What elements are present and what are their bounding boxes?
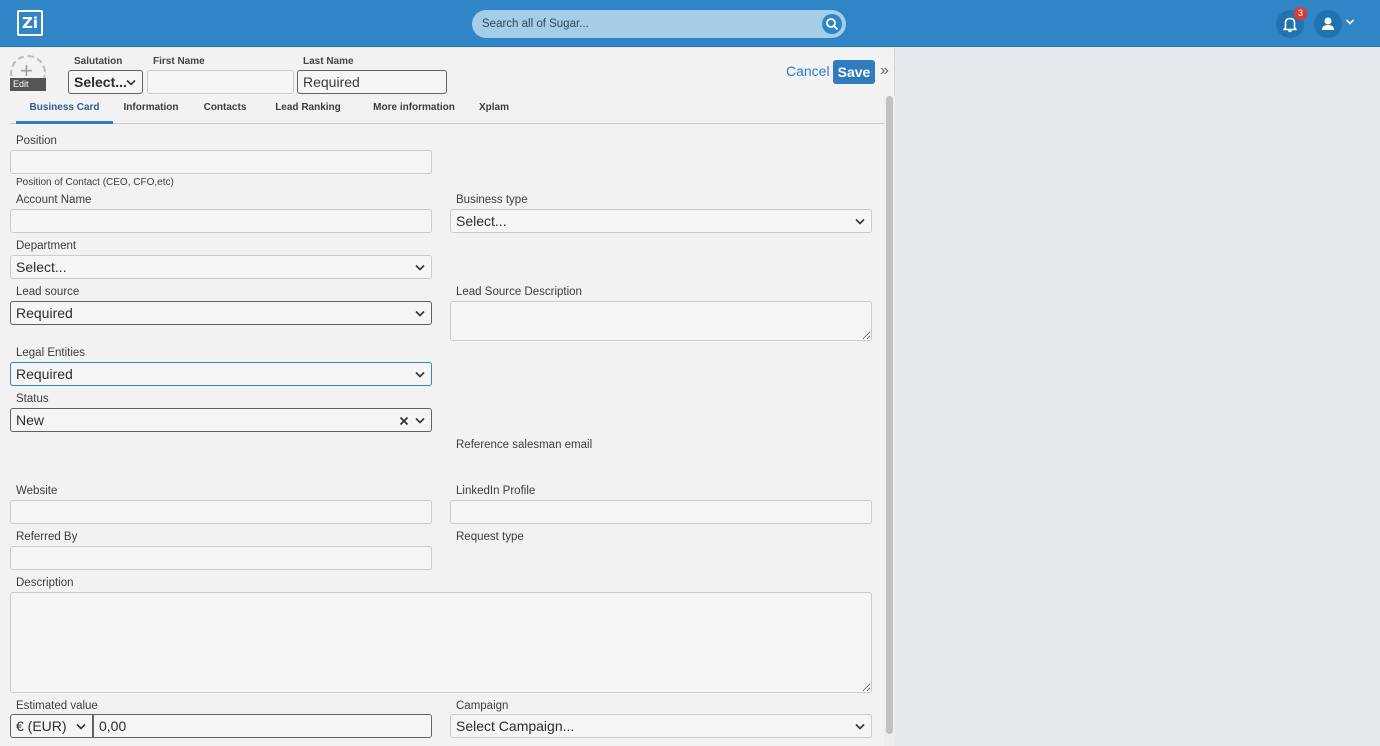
tab-information[interactable]: Information (114, 96, 188, 124)
avatar-edit-label[interactable]: Edit (10, 78, 46, 91)
estimated-value-input[interactable] (93, 714, 432, 738)
last-name-label: Last Name (303, 56, 354, 67)
status-label: Status (16, 393, 49, 405)
tab-more-information[interactable]: More information (362, 96, 466, 124)
linkedin-profile-input[interactable] (450, 500, 872, 524)
collapse-panel-icon[interactable]: » (880, 62, 889, 80)
website-input[interactable] (10, 500, 432, 524)
linkedin-profile-label: LinkedIn Profile (456, 485, 536, 497)
website-label: Website (16, 485, 58, 497)
cancel-button[interactable]: Cancel (786, 63, 830, 79)
business-type-label: Business type (456, 194, 528, 206)
currency-value: € (EUR) (16, 718, 67, 734)
first-name-label: First Name (153, 56, 205, 67)
tab-xplam[interactable]: Xplam (472, 96, 516, 124)
sugar-logo[interactable]: Zi (17, 10, 43, 36)
form-scrollbar[interactable] (884, 96, 895, 746)
chevron-down-icon (855, 218, 865, 225)
reference-salesman-email-label: Reference salesman email (456, 439, 593, 451)
department-label: Department (16, 240, 77, 252)
salutation-label: Salutation (74, 56, 123, 67)
first-name-input[interactable] (147, 70, 294, 94)
search-icon[interactable] (822, 14, 842, 34)
legal-entities-value: Required (16, 366, 73, 382)
chevron-down-icon (415, 417, 425, 424)
request-type-label: Request type (456, 531, 524, 543)
estimated-value-label: Estimated value (16, 700, 98, 712)
global-search (472, 10, 846, 38)
tab-lead-ranking[interactable]: Lead Ranking (270, 96, 346, 124)
position-help-text: Position of Contact (CEO, CFO,etc) (16, 177, 174, 188)
account-name-label: Account Name (16, 194, 92, 206)
notification-count-badge: 3 (1294, 7, 1307, 20)
record-tabs: Business Card Information Contacts Lead … (10, 96, 884, 124)
save-button[interactable]: Save (833, 60, 875, 84)
side-panel (896, 48, 1380, 746)
clear-icon[interactable] (399, 416, 409, 426)
chevron-down-icon (76, 723, 86, 730)
status-value: New (16, 412, 45, 428)
campaign-select[interactable]: Select Campaign... (450, 714, 872, 738)
last-name-input[interactable] (297, 70, 447, 94)
tab-business-card[interactable]: Business Card (16, 96, 113, 124)
business-type-select[interactable]: Select... (450, 209, 872, 233)
account-name-input[interactable] (10, 209, 432, 233)
lead-source-description-textarea[interactable] (450, 301, 872, 341)
legal-entities-select[interactable]: Required (10, 362, 432, 386)
description-label: Description (16, 577, 74, 589)
salutation-value: Select... (74, 74, 127, 90)
chevron-down-icon[interactable] (1345, 17, 1355, 27)
lead-source-label: Lead source (16, 286, 80, 298)
salutation-select[interactable]: Select... (68, 70, 143, 94)
campaign-label: Campaign (456, 700, 509, 712)
referred-by-label: Referred By (16, 531, 78, 543)
tab-contacts[interactable]: Contacts (194, 96, 256, 124)
chevron-down-icon (415, 310, 425, 317)
department-value: Select... (16, 259, 67, 275)
referred-by-input[interactable] (10, 546, 432, 570)
chevron-down-icon (415, 264, 425, 271)
lead-source-select[interactable]: Required (10, 301, 432, 325)
currency-select[interactable]: € (EUR) (10, 714, 93, 738)
business-type-value: Select... (456, 213, 507, 229)
chevron-down-icon (126, 79, 136, 86)
description-textarea[interactable] (10, 592, 872, 693)
lead-source-description-label: Lead Source Description (456, 286, 582, 298)
user-avatar-icon[interactable] (1314, 10, 1342, 38)
top-navigation-bar: Zi 3 (0, 0, 1380, 47)
chevron-down-icon (855, 723, 865, 730)
chevron-down-icon (415, 371, 425, 378)
legal-entities-label: Legal Entities (16, 347, 86, 359)
status-select[interactable]: New (10, 408, 432, 432)
lead-source-value: Required (16, 305, 73, 321)
campaign-value: Select Campaign... (456, 718, 575, 734)
global-search-input[interactable] (472, 10, 812, 38)
position-input[interactable] (10, 150, 432, 174)
department-select[interactable]: Select... (10, 255, 432, 279)
scrollbar-thumb[interactable] (886, 96, 893, 734)
position-label: Position (16, 135, 57, 147)
